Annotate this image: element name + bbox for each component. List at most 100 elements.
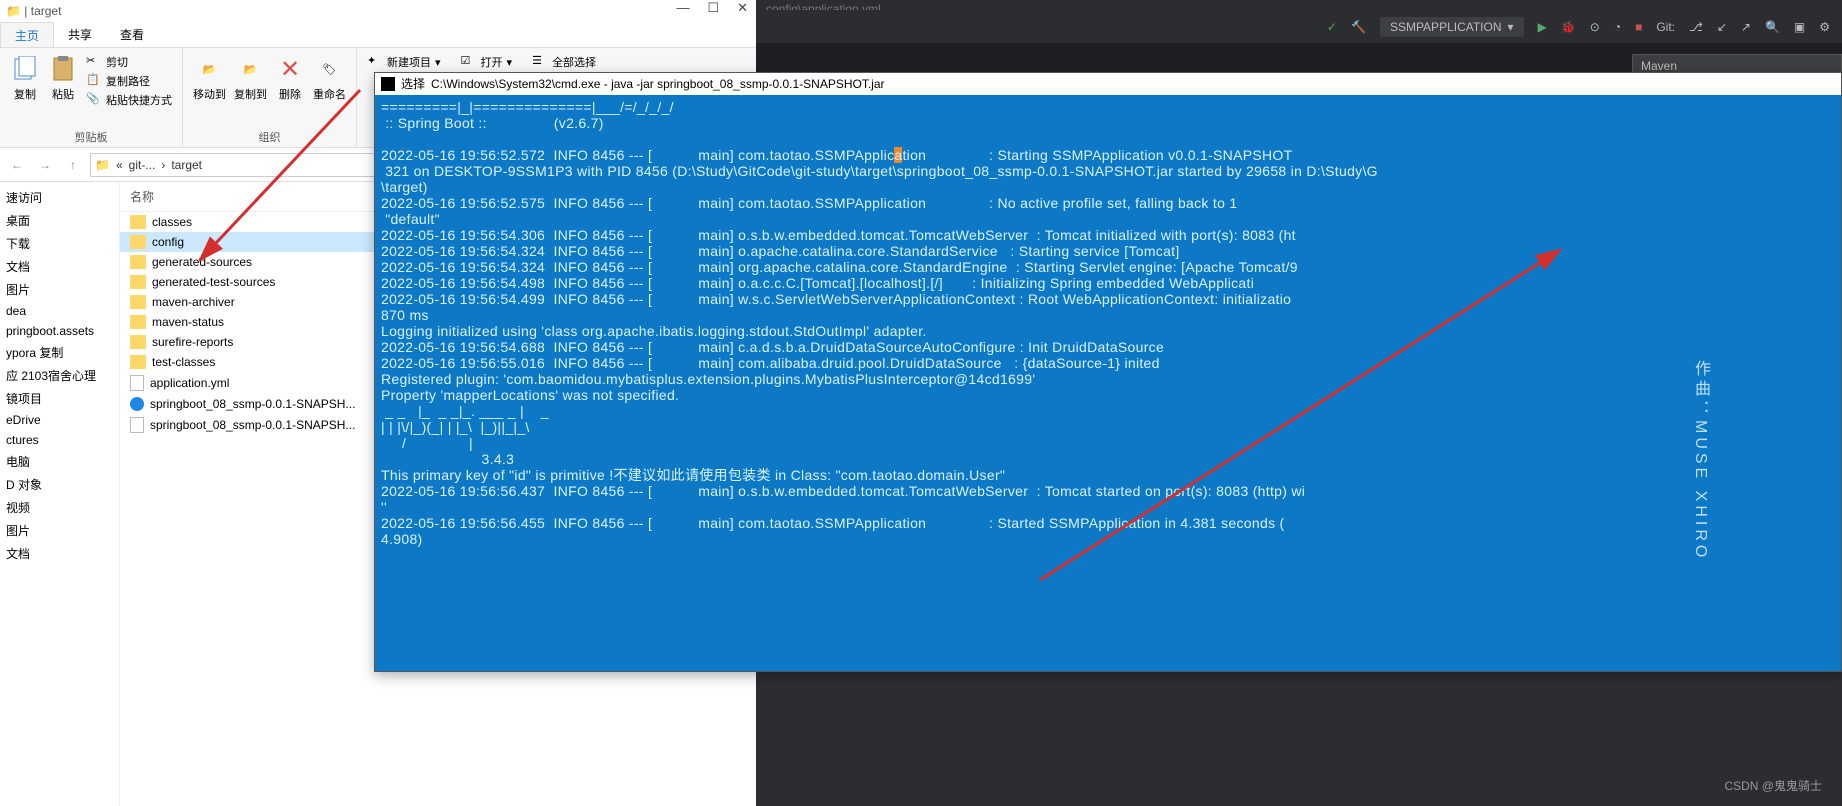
folder-icon [130,355,146,369]
copypath-icon: 📋 [86,73,102,89]
sidebar-item[interactable]: 文档 [2,255,117,278]
open-icon: ☑ [461,54,477,70]
ribbon-organize: 📂移动到 📂复制到 ✕删除 🏷重命名 组织 [183,48,357,147]
copyto-button[interactable]: 📂复制到 [234,54,267,102]
minimize-icon[interactable]: — [676,0,689,16]
sidebar-item[interactable]: 镜项目 [2,387,117,410]
debug-icon[interactable]: 🐞 [1561,20,1576,34]
folder-icon [130,295,146,309]
selectall-button[interactable]: ☰全部选择 [532,54,596,70]
file-name: classes [152,215,192,229]
sidebar-item[interactable]: 文档 [2,542,117,565]
shortcut-icon: 📎 [86,92,102,108]
cmd-titlebar[interactable]: 选择 C:\Windows\System32\cmd.exe - java -j… [375,73,1841,95]
file-name: springboot_08_ssmp-0.0.1-SNAPSH... [150,418,355,432]
file-name: generated-sources [152,255,252,269]
cmd-output[interactable]: =========|_|==============|___/=/_/_/_/ … [375,95,1841,551]
maximize-icon[interactable]: ☐ [707,0,719,16]
sidebar-item[interactable]: eDrive [2,410,117,430]
newitem-icon: ✦ [367,54,383,70]
file-name: config [152,235,184,249]
profile-icon[interactable]: ◔ [1614,20,1621,34]
paste-button[interactable]: 粘贴 [48,54,78,102]
hammer-icon[interactable]: 🔨 [1351,20,1366,34]
sidebar-item[interactable]: 下载 [2,232,117,255]
git-branch-icon[interactable]: ⎇ [1689,20,1703,34]
sidebar-item[interactable]: 电脑 [2,450,117,473]
up-icon[interactable]: ↑ [62,154,84,176]
vcs-update-icon[interactable]: ✓ [1327,20,1337,34]
tab-share[interactable]: 共享 [54,22,106,47]
git-pull-icon[interactable]: ↙ [1717,20,1727,34]
chevron-down-icon: ▾ [1508,20,1514,34]
ide-toolbar: ✓ 🔨 SSMPAPPLICATION ▾ ▶ 🐞 ⊙ ◔ ■ Git: ⎇ ↙… [756,10,1842,44]
file-name: surefire-reports [152,335,233,349]
file-icon [130,417,144,433]
run-icon[interactable]: ▶ [1538,20,1547,34]
sidebar-item[interactable]: 视频 [2,496,117,519]
sidebar-item[interactable]: 速访问 [2,186,117,209]
folder-icon: 📁 [95,158,110,172]
folder-icon: 📁 [6,4,21,18]
cmd-title-text: C:\Windows\System32\cmd.exe - java -jar … [431,76,885,92]
rename-icon: 🏷 [315,54,345,84]
tab-view[interactable]: 查看 [106,22,158,47]
pasteshortcut-button[interactable]: 📎粘贴快捷方式 [86,92,172,108]
cmd-title-prefix: 选择 [401,76,425,92]
folder-icon [130,315,146,329]
folder-icon [130,335,146,349]
jar-icon [130,397,144,411]
folder-icon [130,275,146,289]
file-name: generated-test-sources [152,275,275,289]
forward-icon[interactable]: → [34,154,56,176]
copypath-button[interactable]: 📋复制路径 [86,73,172,89]
sidebar-item[interactable]: 图片 [2,278,117,301]
git-push-icon[interactable]: ↗ [1741,20,1751,34]
copy-button[interactable]: 复制 [10,54,40,102]
sidebar-item[interactable]: ctures [2,430,117,450]
moveto-button[interactable]: 📂移动到 [193,54,226,102]
ide-run-anything-icon[interactable]: ▣ [1794,20,1805,34]
watermark-text: 作曲：MUSE XHIRO [1688,360,1712,561]
cmd-icon [381,77,395,91]
folder-icon [130,235,146,249]
sidebar-item[interactable]: 应 2103宿舍心理 [2,364,117,387]
open-button[interactable]: ☑打开 ▾ [461,54,513,70]
file-name: maven-archiver [152,295,235,309]
stop-icon[interactable]: ■ [1635,20,1642,34]
titlebar: 📁 | target — ☐ ✕ [0,0,756,22]
signature: CSDN @鬼鬼骑士 [1724,777,1822,794]
copy-icon [10,54,40,84]
git-label: Git: [1656,20,1675,34]
run-config-combo[interactable]: SSMPAPPLICATION ▾ [1380,17,1524,37]
cut-icon: ✂ [86,54,102,70]
file-name: application.yml [150,376,229,390]
close-icon[interactable]: ✕ [737,0,748,16]
delete-button[interactable]: ✕删除 [275,54,305,102]
coverage-icon[interactable]: ⊙ [1590,20,1600,34]
file-name: maven-status [152,315,224,329]
back-icon[interactable]: ← [6,154,28,176]
sidebar-item[interactable]: 桌面 [2,209,117,232]
folder-icon [130,215,146,229]
selectall-icon: ☰ [532,54,548,70]
run-config-label: SSMPAPPLICATION [1390,20,1502,34]
sidebar-item[interactable]: dea [2,301,117,321]
sidebar-item[interactable]: ypora 复制 [2,341,117,364]
newitem-button[interactable]: ✦新建项目 ▾ [367,54,441,70]
crumb[interactable]: target [171,158,202,172]
cmd-window: 选择 C:\Windows\System32\cmd.exe - java -j… [374,72,1842,672]
paste-icon [48,54,78,84]
copyto-icon: 📂 [236,54,266,84]
crumb[interactable]: git-... [129,158,156,172]
sidebar-item[interactable]: 图片 [2,519,117,542]
settings-icon[interactable]: ⚙ [1819,20,1830,34]
rename-button[interactable]: 🏷重命名 [313,54,346,102]
cut-button[interactable]: ✂剪切 [86,54,172,70]
sidebar: 速访问桌面下载文档图片deapringboot.assetsypora 复制应 … [0,182,120,806]
tab-home[interactable]: 主页 [0,22,54,47]
ide-breadcrumb: config\application.yml [756,0,1842,10]
sidebar-item[interactable]: pringboot.assets [2,321,117,341]
sidebar-item[interactable]: D 对象 [2,473,117,496]
search-icon[interactable]: 🔍 [1765,20,1780,34]
